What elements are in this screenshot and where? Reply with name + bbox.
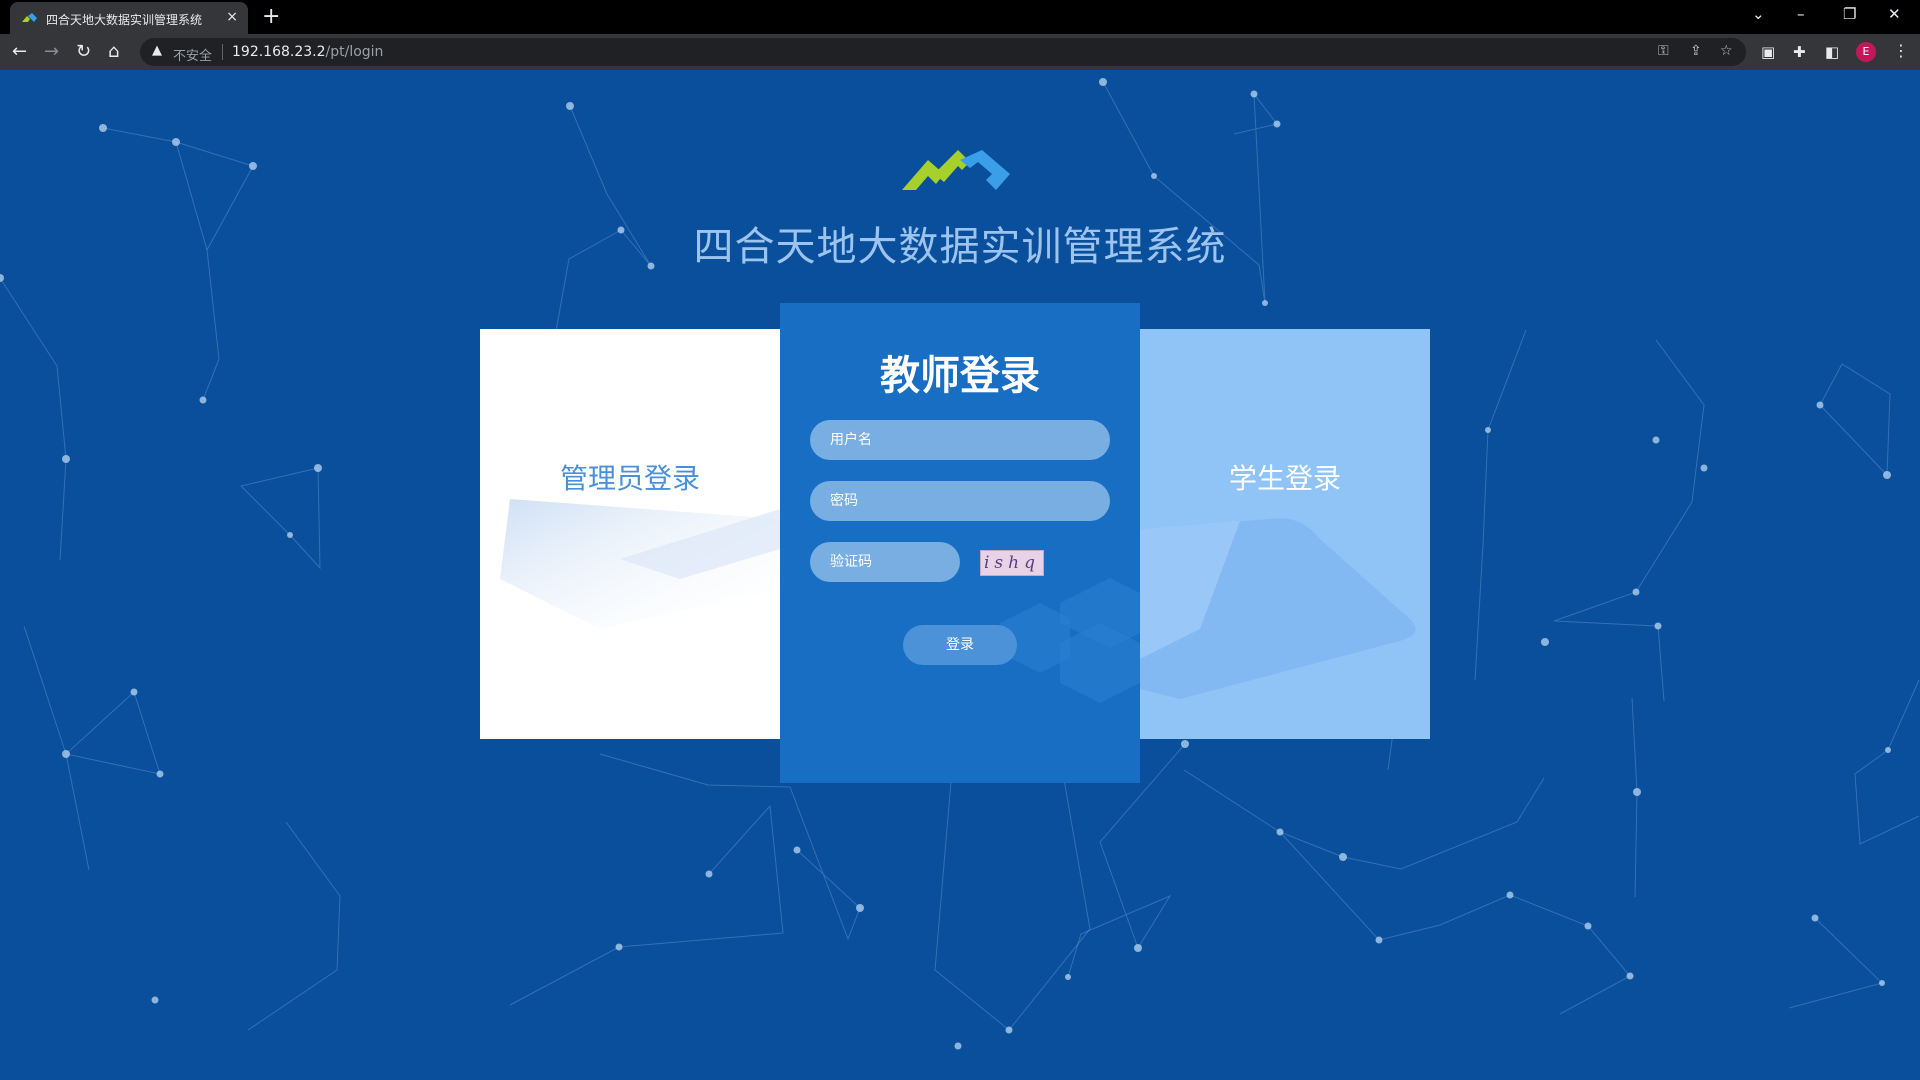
minimize-icon[interactable]: – — [1797, 5, 1805, 23]
browser-toolbar: ← → ↻ ⌂ ▲ 不安全 192.168.23.2/pt/login ⚿ ⇪ … — [0, 34, 1920, 71]
share-icon[interactable]: ⇪ — [1690, 43, 1702, 59]
menu-icon[interactable]: ⋮ — [1893, 41, 1909, 60]
back-icon[interactable]: ← — [12, 41, 27, 62]
student-card-decoration — [1140, 518, 1416, 699]
side-panel-icon[interactable]: ◧ — [1825, 43, 1839, 61]
teacher-login-title: 教师登录 — [880, 353, 1040, 399]
login-button[interactable]: 登录 — [903, 625, 1017, 665]
system-title: 四合天地大数据实训管理系统 — [693, 224, 1227, 270]
address-bar[interactable]: ▲ 不安全 192.168.23.2/pt/login ⚿ ⇪ ☆ — [140, 38, 1746, 66]
star-icon[interactable]: ☆ — [1720, 43, 1733, 59]
close-window-icon[interactable]: ✕ — [1888, 5, 1901, 23]
url-host: 192.168.23.2 — [232, 44, 326, 60]
student-login-label: 学生登录 — [1228, 462, 1341, 495]
tab-bar: 四合天地大数据实训管理系统 × + ⌄ – ❐ ✕ — [0, 0, 1920, 34]
admin-login-label: 管理员登录 — [559, 462, 700, 495]
insecure-label[interactable]: 不安全 — [173, 45, 212, 64]
forward-icon[interactable]: → — [44, 41, 59, 62]
warning-icon[interactable]: ▲ — [152, 43, 162, 58]
system-logo — [902, 150, 1010, 190]
student-login-card[interactable]: 学生登录 — [1140, 329, 1430, 739]
extensions-icon[interactable]: ✚ — [1793, 43, 1806, 61]
login-page: 四合天地大数据实训管理系统 管理员登录 学生登录 教师登录 用户名 密码 验证码… — [0, 70, 1920, 1080]
captcha-image[interactable]: ishq — [980, 550, 1044, 576]
admin-login-card[interactable]: 管理员登录 — [480, 329, 780, 739]
tab-search-icon[interactable]: ⌄ — [1752, 5, 1765, 23]
reading-icon[interactable]: ▣ — [1761, 43, 1775, 61]
profile-avatar[interactable]: E — [1856, 42, 1876, 62]
captcha-input[interactable]: 验证码 — [810, 542, 960, 582]
browser-tab[interactable]: 四合天地大数据实训管理系统 × — [10, 2, 248, 34]
reload-icon[interactable]: ↻ — [76, 41, 91, 62]
restore-icon[interactable]: ❐ — [1843, 5, 1856, 23]
teacher-login-card: 教师登录 用户名 密码 验证码 ishq 登录 — [780, 303, 1140, 783]
admin-card-decoration — [500, 499, 780, 629]
username-input[interactable]: 用户名 — [810, 420, 1110, 460]
password-input[interactable]: 密码 — [810, 481, 1110, 521]
address-divider — [222, 44, 223, 60]
home-icon[interactable]: ⌂ — [108, 41, 119, 62]
url-path: /pt/login — [325, 44, 384, 60]
new-tab-button[interactable]: + — [262, 4, 280, 29]
favicon-icon — [22, 13, 37, 22]
tab-title: 四合天地大数据实训管理系统 — [46, 13, 203, 27]
key-icon[interactable]: ⚿ — [1658, 43, 1669, 59]
tab-close-icon[interactable]: × — [226, 9, 238, 25]
url-text[interactable]: 192.168.23.2/pt/login — [232, 44, 383, 60]
